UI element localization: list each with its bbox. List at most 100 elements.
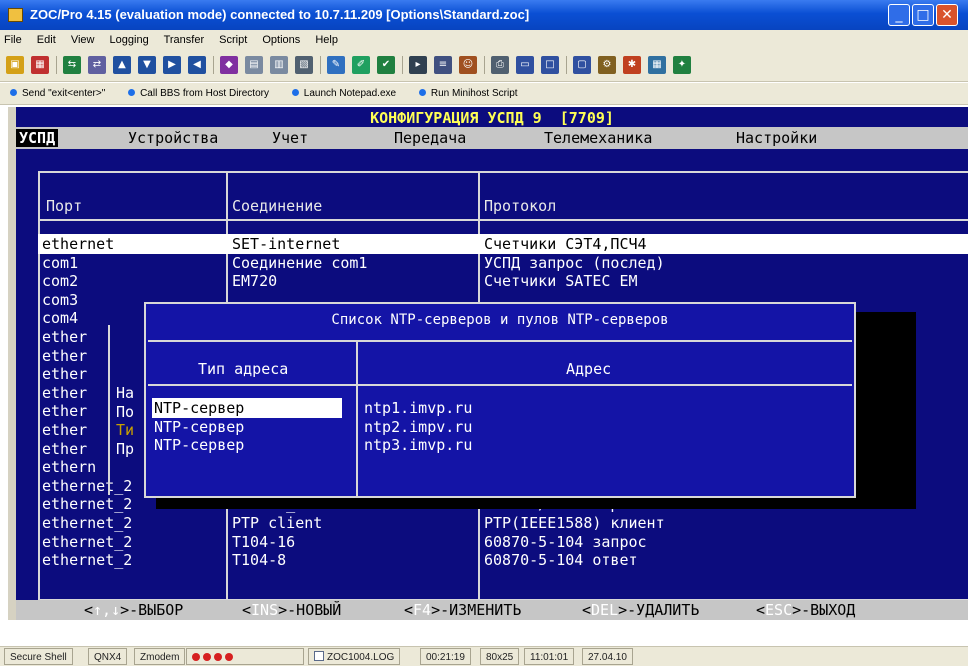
receive-file-icon[interactable]: ◀ bbox=[188, 56, 206, 74]
copy-icon[interactable]: ▤ bbox=[245, 56, 263, 74]
print-icon[interactable]: ▧ bbox=[295, 56, 313, 74]
port-cell[interactable]: com1 bbox=[42, 254, 78, 272]
protocol-cell: Счетчики SATEC EM bbox=[484, 272, 638, 291]
quick-launch-notepad-button[interactable]: Launch Notepad.exe bbox=[291, 83, 396, 105]
menu-view[interactable]: View bbox=[71, 34, 95, 46]
port-cell[interactable]: com4 bbox=[42, 309, 78, 327]
paste-icon[interactable]: ▥ bbox=[270, 56, 288, 74]
screen-icon[interactable]: ▭ bbox=[516, 56, 534, 74]
status-log-file[interactable]: ZOC1004.LOG bbox=[308, 648, 401, 665]
user-icon[interactable]: ☺ bbox=[459, 56, 477, 74]
terminal-menu-uspd[interactable]: УСПД bbox=[16, 129, 59, 147]
bullet-icon bbox=[291, 89, 299, 96]
port-cell[interactable]: ether bbox=[42, 440, 87, 458]
menu-file[interactable]: File bbox=[4, 34, 22, 46]
open-icon[interactable]: ▣ bbox=[6, 56, 24, 74]
menu-help[interactable]: Help bbox=[315, 34, 338, 46]
play-icon[interactable]: ✔ bbox=[377, 56, 395, 74]
background-dialog-label: Ти bbox=[116, 421, 135, 440]
grid-icon[interactable]: ▦ bbox=[648, 56, 666, 74]
key-hint-key: ESC bbox=[765, 601, 793, 619]
menu-script[interactable]: Script bbox=[219, 34, 247, 46]
run-icon[interactable]: ▸ bbox=[409, 56, 427, 74]
key-hint: <F4>-ИЗМЕНИТЬ bbox=[404, 600, 521, 620]
terminal-menu-settings[interactable]: Настройки bbox=[736, 129, 817, 147]
menu-logging[interactable]: Logging bbox=[110, 34, 149, 46]
port-cell[interactable]: ether bbox=[42, 402, 87, 420]
upload-icon[interactable]: ▲ bbox=[113, 56, 131, 74]
ntp-address-cell: ntp1.imvp.ru bbox=[364, 399, 473, 417]
help-icon[interactable]: ✦ bbox=[673, 56, 691, 74]
printer-icon[interactable]: ⎙ bbox=[491, 56, 509, 74]
port-cell[interactable]: com2 bbox=[42, 272, 78, 290]
ntp-address-cell: ntp3.imvp.ru bbox=[364, 436, 473, 455]
dialog-column-divider bbox=[356, 342, 358, 496]
connection-cell: Соединение com1 bbox=[232, 253, 368, 272]
key-hint: <ESC>-ВЫХОД bbox=[756, 600, 855, 620]
tools-icon[interactable]: ✱ bbox=[623, 56, 641, 74]
window-icon[interactable]: □ bbox=[541, 56, 559, 74]
led-indicator-icon bbox=[192, 653, 200, 661]
background-dialog-label: На bbox=[116, 384, 135, 402]
rexx-icon[interactable]: ✐ bbox=[352, 56, 370, 74]
port-cell[interactable]: com3 bbox=[42, 291, 78, 309]
ntp-servers-dialog[interactable]: Список NTP-серверов и пулов NTP-серверов… bbox=[144, 302, 856, 498]
ntp-address-type-cell[interactable]: NTP-сервер bbox=[154, 418, 244, 436]
toolbar-separator bbox=[320, 56, 321, 74]
terminal-menu-devices[interactable]: Устройства bbox=[128, 129, 218, 147]
status-bar: Secure Shell QNX4 Zmodem ZOC1004.LOG 00:… bbox=[0, 646, 968, 666]
disconnect-icon[interactable]: ⇄ bbox=[88, 56, 106, 74]
maximize-button[interactable]: □ bbox=[912, 4, 934, 26]
dialog-column-address-type: Тип адреса bbox=[198, 360, 289, 378]
connection-cell: SET-internet bbox=[232, 235, 341, 253]
toolbar-separator bbox=[213, 56, 214, 74]
terminal-window[interactable]: КОНФИГУРАЦИЯ УСПД 9 [7709] УСПД Устройст… bbox=[8, 107, 968, 620]
toolbar-separator bbox=[566, 56, 567, 74]
key-hint-action: -НОВЫЙ bbox=[287, 601, 342, 619]
quick-call-bbs-button[interactable]: Call BBS from Host Directory bbox=[128, 83, 269, 105]
terminal-menu-transfer[interactable]: Передача bbox=[394, 129, 466, 147]
send-file-icon[interactable]: ▶ bbox=[163, 56, 181, 74]
script-icon[interactable]: ✎ bbox=[327, 56, 345, 74]
port-cell[interactable]: ethernet_2 bbox=[42, 533, 132, 551]
port-cell[interactable]: ethernet_2 bbox=[42, 551, 132, 569]
quick-send-exit-button[interactable]: Send "exit<enter>" bbox=[10, 83, 105, 105]
minimize-button[interactable]: _ bbox=[888, 4, 910, 26]
frame-icon[interactable]: ▢ bbox=[573, 56, 591, 74]
protocol-cell: 60870-5-104 запрос bbox=[484, 532, 647, 551]
port-cell[interactable]: ethernet_2 bbox=[42, 495, 132, 513]
port-cell[interactable]: ethernet bbox=[42, 235, 114, 253]
terminal-menu-accounting[interactable]: Учет bbox=[272, 129, 308, 147]
title-bar[interactable]: ZOC/Pro 4.15 (evaluation mode) connected… bbox=[0, 0, 968, 30]
ntp-address-type-cell[interactable]: NTP-сервер bbox=[154, 399, 244, 417]
transfer-icon[interactable]: ◆ bbox=[220, 56, 238, 74]
menu-transfer[interactable]: Transfer bbox=[164, 34, 205, 46]
bullet-icon bbox=[128, 89, 136, 96]
port-cell[interactable]: ether bbox=[42, 421, 87, 439]
protocol-cell: УСПД запрос (послед) bbox=[484, 253, 665, 272]
ntp-address-type-cell[interactable]: NTP-сервер bbox=[154, 436, 244, 454]
quick-run-minihost-button[interactable]: Run Minihost Script bbox=[418, 83, 518, 105]
port-cell[interactable]: ethernet_2 bbox=[42, 514, 132, 532]
port-cell[interactable]: ether bbox=[42, 384, 87, 402]
window-title: ZOC/Pro 4.15 (evaluation mode) connected… bbox=[30, 7, 530, 22]
port-cell[interactable]: ether bbox=[42, 365, 87, 383]
close-button[interactable]: ✕ bbox=[936, 4, 958, 26]
log-icon[interactable]: ≡ bbox=[434, 56, 452, 74]
key-hint-key: ↑,↓ bbox=[93, 601, 121, 619]
address-book-icon[interactable]: ▦ bbox=[31, 56, 49, 74]
settings-icon[interactable]: ⚙ bbox=[598, 56, 616, 74]
port-cell[interactable]: ether bbox=[42, 328, 87, 346]
key-hint-key: INS bbox=[251, 601, 279, 619]
port-cell[interactable]: ether bbox=[42, 347, 87, 365]
menu-edit[interactable]: Edit bbox=[37, 34, 56, 46]
menu-options[interactable]: Options bbox=[262, 34, 300, 46]
download-icon[interactable]: ▼ bbox=[138, 56, 156, 74]
terminal-menu-telemechanics[interactable]: Телемеханика bbox=[544, 129, 652, 147]
key-hint-action: -ИЗМЕНИТЬ bbox=[440, 601, 522, 619]
connect-icon[interactable]: ⇆ bbox=[63, 56, 81, 74]
port-cell[interactable]: ethern bbox=[42, 458, 96, 476]
port-cell[interactable]: ethernet_2 bbox=[42, 477, 132, 495]
dialog-column-address: Адрес bbox=[566, 360, 612, 378]
connection-cell: EM720 bbox=[232, 272, 278, 291]
